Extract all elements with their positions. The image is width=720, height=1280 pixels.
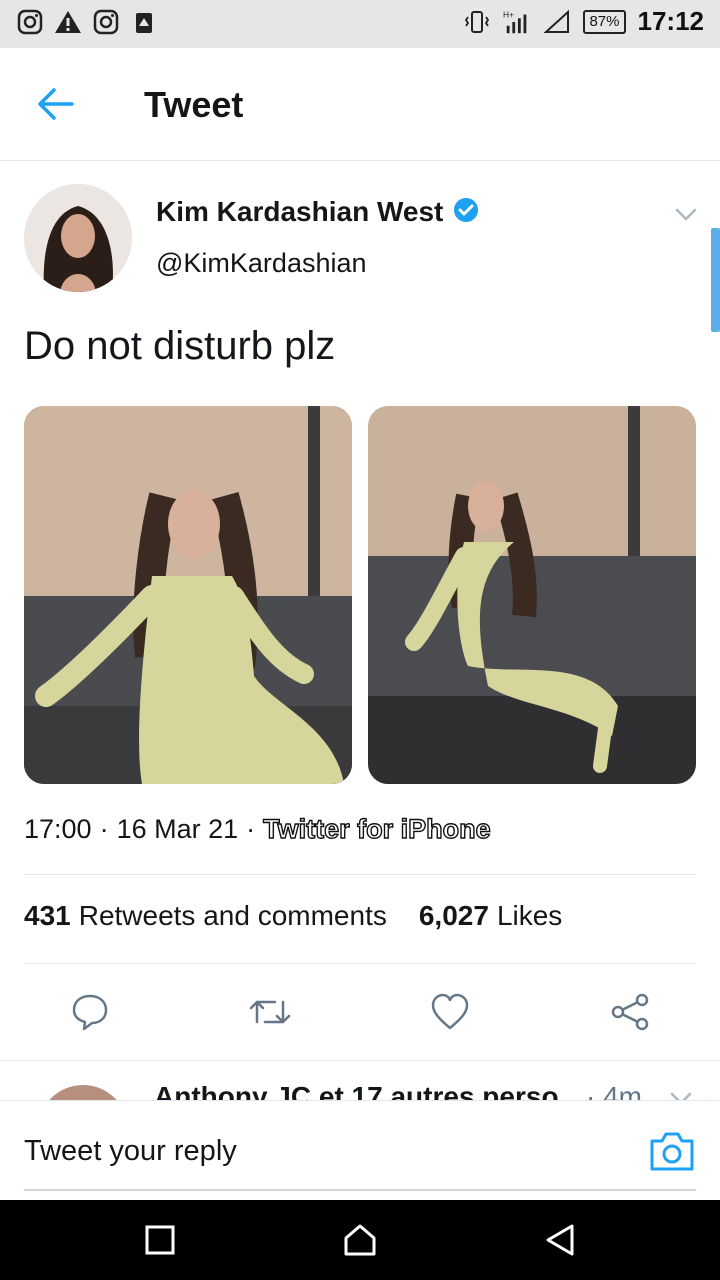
share-icon[interactable] <box>606 984 654 1040</box>
back-triangle-icon[interactable] <box>540 1220 580 1260</box>
tweet-stats: 431 Retweets and comments 6,027 Likes <box>24 900 562 932</box>
home-icon[interactable] <box>340 1220 380 1260</box>
tweet-meta: 17:00 · 16 Mar 21 · Twitter for iPhone <box>24 813 491 845</box>
scrollbar[interactable] <box>711 228 720 332</box>
wifi-icon <box>543 8 571 36</box>
divider <box>24 874 696 875</box>
author-name[interactable]: Kim Kardashian West <box>156 196 443 228</box>
author-handle[interactable]: @KimKardashian <box>156 248 367 279</box>
recent-apps-icon[interactable] <box>140 1220 180 1260</box>
app-header: Tweet <box>0 48 720 161</box>
retweet-icon[interactable] <box>246 984 294 1040</box>
system-nav-bar <box>0 1200 720 1280</box>
status-bar: H+ 87% 17:12 <box>0 0 720 48</box>
divider <box>24 963 696 964</box>
tweet-source-link[interactable]: Twitter for iPhone <box>262 813 491 845</box>
arrow-left-icon[interactable] <box>36 86 76 122</box>
reply-bar: Tweet your reply <box>0 1100 720 1201</box>
warning-icon <box>54 8 82 36</box>
status-left-icons <box>16 8 158 36</box>
avatar[interactable] <box>24 184 132 292</box>
battery-indicator: 87% <box>583 9 626 34</box>
instagram-icon <box>16 8 44 36</box>
download-icon <box>130 8 158 36</box>
reply-preview[interactable]: Anthony JC et 17 autres perso... · 4m <box>0 1060 720 1101</box>
avatar[interactable] <box>38 1085 128 1101</box>
page-title: Tweet <box>144 84 244 125</box>
like-heart-icon[interactable] <box>426 984 474 1040</box>
status-right-icons: H+ 87% 17:12 <box>463 6 704 37</box>
likes-label[interactable]: Likes <box>497 900 562 932</box>
verified-badge-icon <box>453 197 479 228</box>
likes-count[interactable]: 6,027 <box>419 900 489 932</box>
reply-input[interactable]: Tweet your reply <box>24 1135 237 1168</box>
reply-preview-time: · 4m <box>586 1081 642 1101</box>
chevron-down-icon[interactable] <box>668 1085 694 1101</box>
camera-icon[interactable] <box>648 1129 696 1173</box>
retweets-count[interactable]: 431 <box>24 900 71 932</box>
author-name-row[interactable]: Kim Kardashian West <box>156 196 479 228</box>
meta-separator: · <box>99 814 109 844</box>
meta-separator: · <box>246 814 256 844</box>
instagram-icon <box>92 8 120 36</box>
status-clock: 17:12 <box>637 6 705 36</box>
tweet-actions <box>0 984 720 1044</box>
reply-underline <box>24 1189 696 1191</box>
tweet-photo[interactable] <box>368 406 696 784</box>
tweet-date: 16 Mar 21 <box>116 814 239 844</box>
reply-preview-text: Anthony JC et 17 autres perso... <box>154 1081 582 1101</box>
vibrate-icon <box>463 8 491 36</box>
svg-text:H+: H+ <box>503 9 514 19</box>
chevron-down-icon[interactable] <box>672 200 700 228</box>
retweets-label[interactable]: Retweets and comments <box>79 900 387 932</box>
signal-icon: H+ <box>503 8 531 36</box>
tweet-text: Do not disturb plz <box>24 324 336 368</box>
reply-icon[interactable] <box>66 984 114 1040</box>
tweet-photo[interactable] <box>24 406 352 784</box>
tweet-time: 17:00 <box>24 814 92 844</box>
